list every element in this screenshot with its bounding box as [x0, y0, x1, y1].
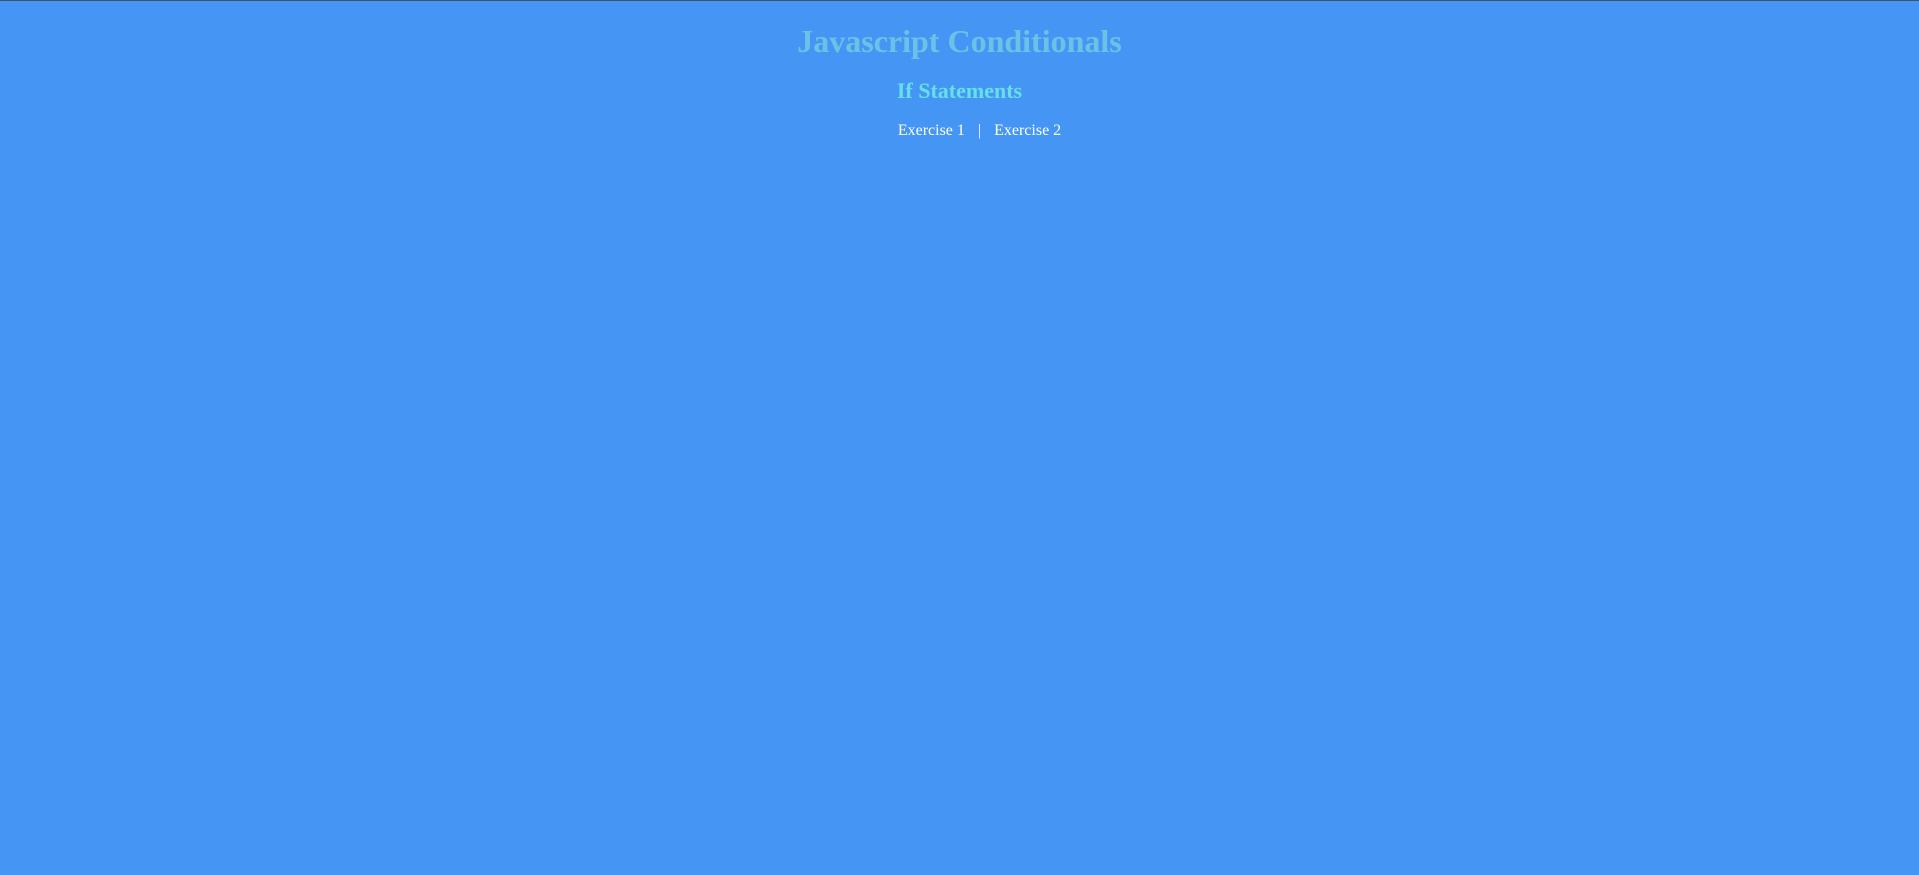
- exercise-2-link[interactable]: Exercise 2: [994, 122, 1061, 139]
- exercise-1-link[interactable]: Exercise 1: [898, 122, 965, 139]
- page-subtitle: If Statements: [896, 78, 1023, 103]
- exercise-nav: Exercise 1 | Exercise 2: [0, 121, 1919, 141]
- nav-separator: |: [977, 122, 982, 139]
- page-content: Javascript Conditionals If Statements Ex…: [0, 0, 1919, 141]
- top-border: [0, 0, 1919, 1]
- page-title: Javascript Conditionals: [797, 23, 1122, 59]
